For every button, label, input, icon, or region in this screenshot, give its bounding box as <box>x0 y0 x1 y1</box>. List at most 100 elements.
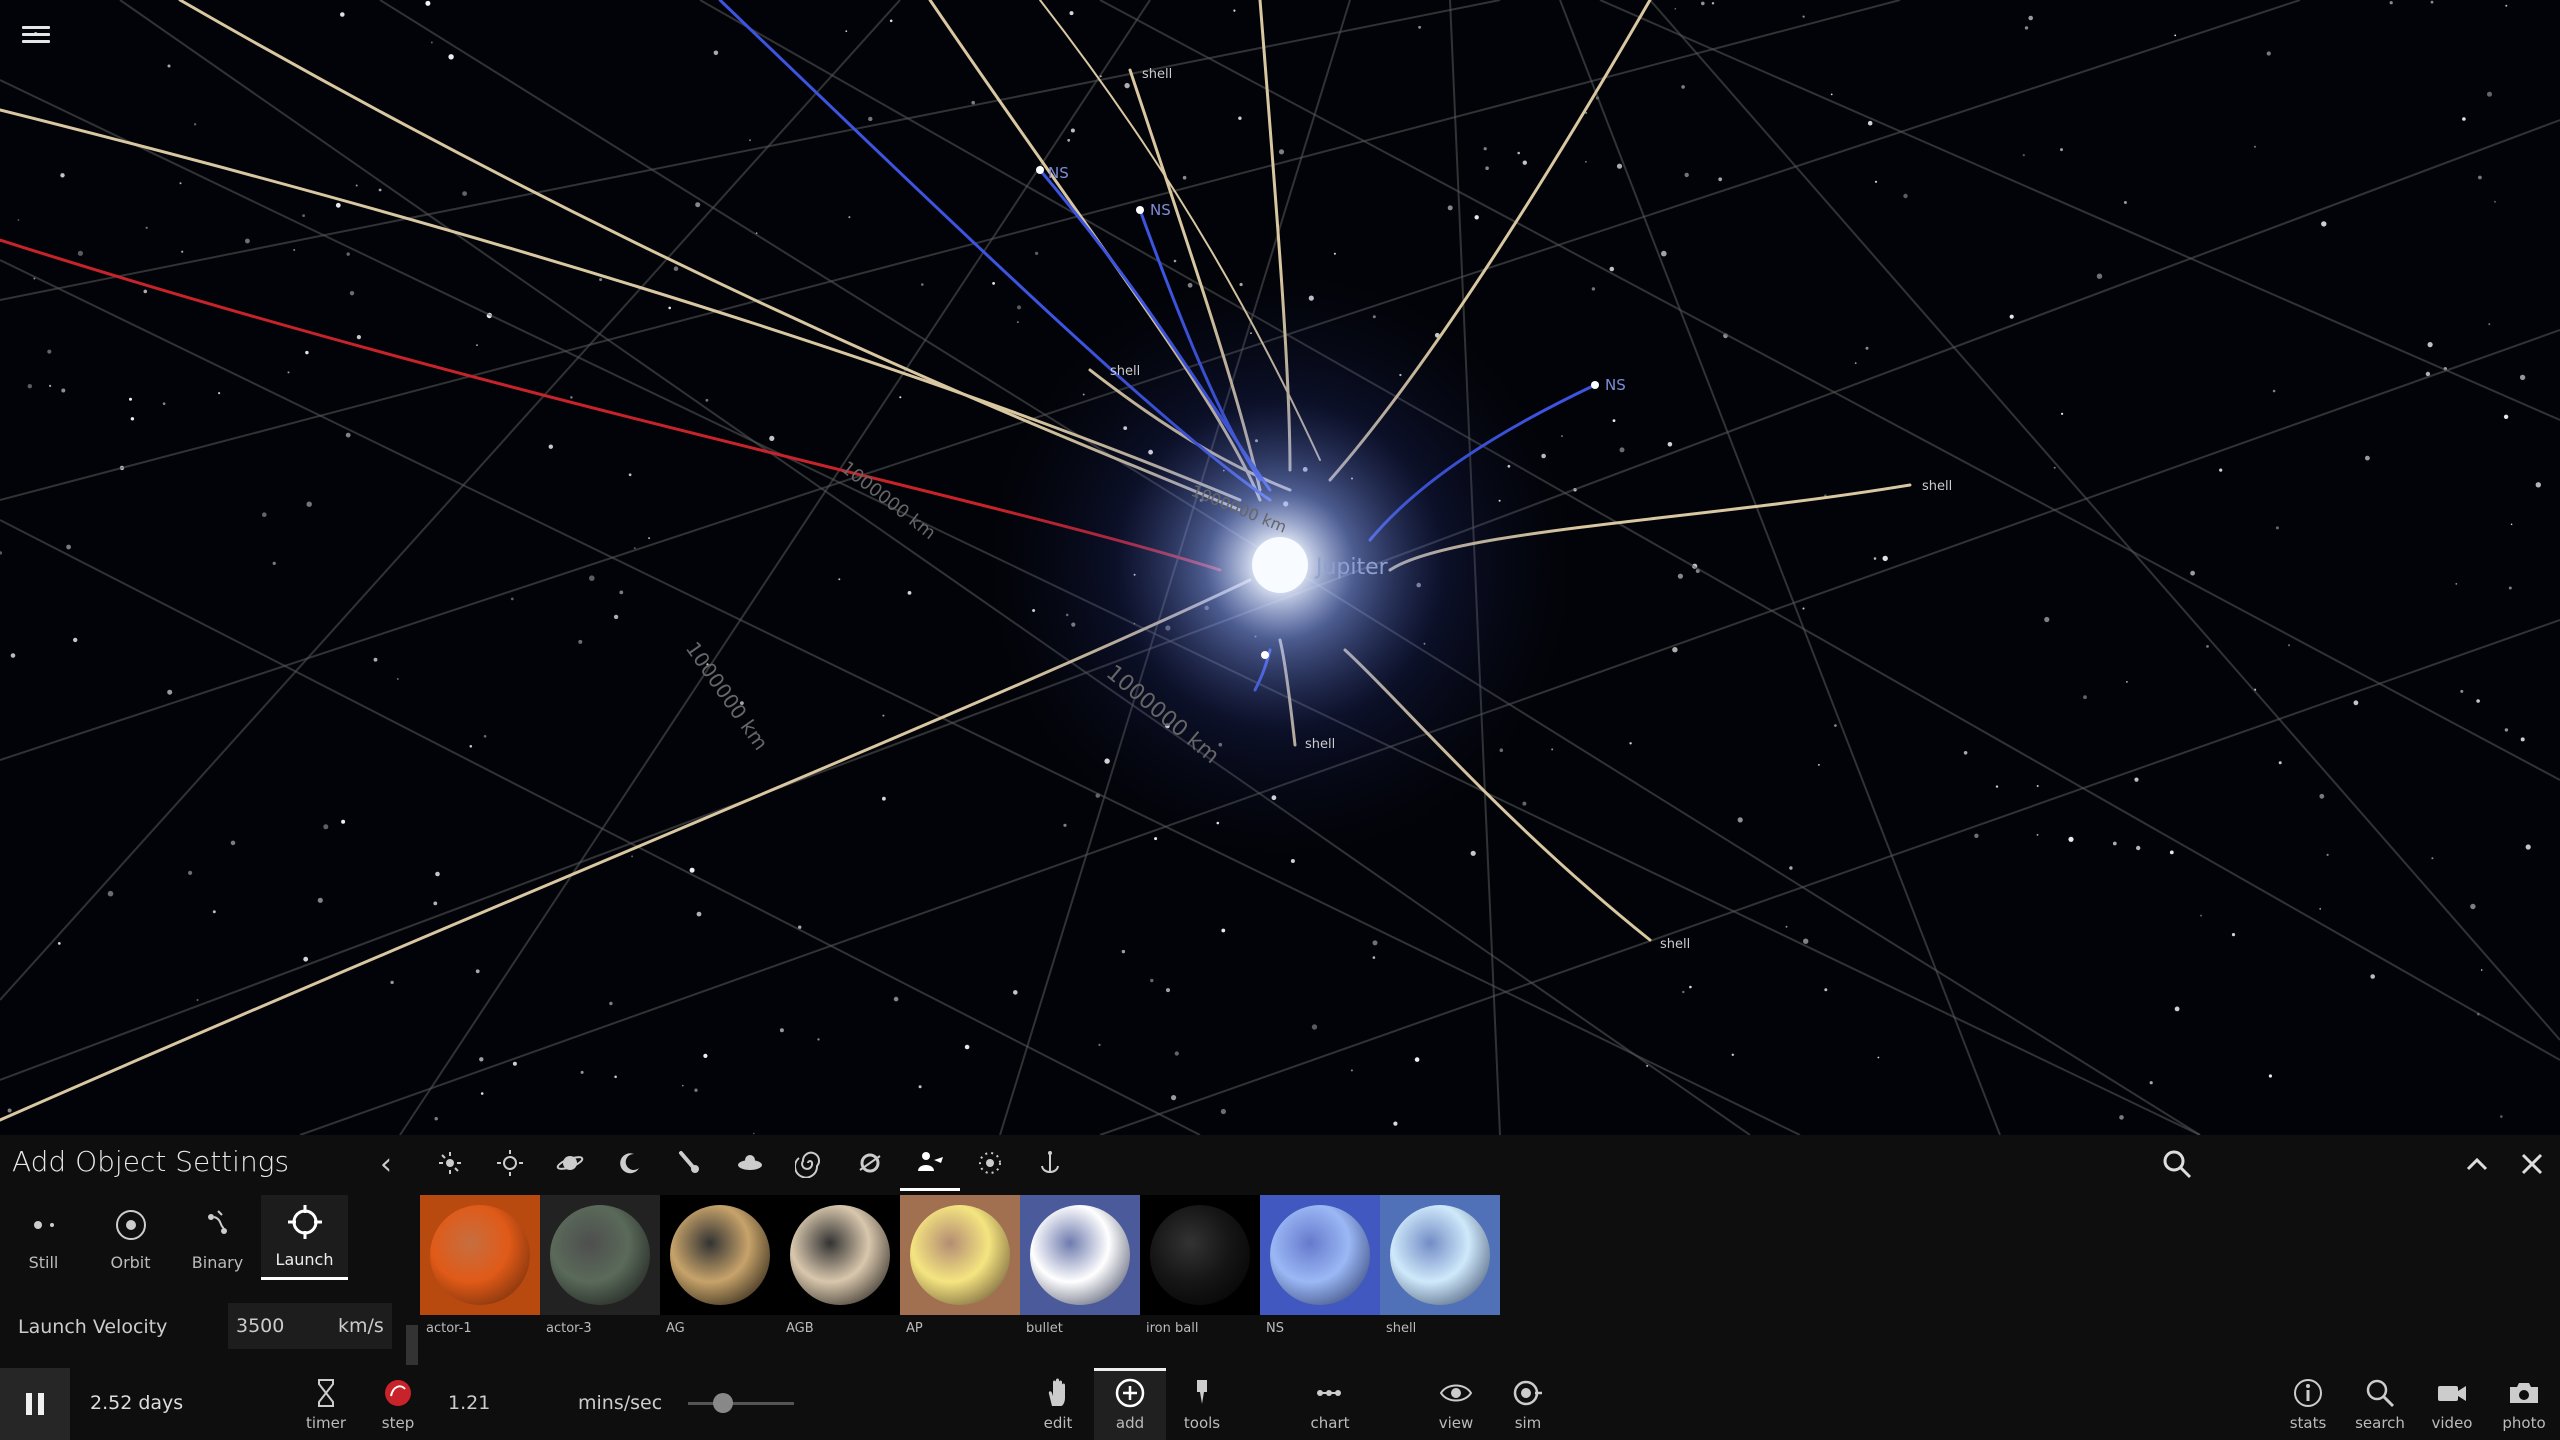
star <box>1483 147 1487 151</box>
star <box>548 444 553 449</box>
star <box>2389 1 2393 5</box>
object-thumb[interactable]: AGB <box>780 1195 900 1339</box>
star <box>1629 742 1632 745</box>
galaxy-icon[interactable] <box>780 1135 840 1191</box>
photo-button[interactable]: photo <box>2488 1368 2560 1440</box>
star <box>425 0 431 6</box>
tool-label: stats <box>2289 1414 2327 1432</box>
object-thumb[interactable]: shell <box>1380 1195 1500 1339</box>
star <box>1701 1 1705 6</box>
star <box>2508 586 2512 590</box>
star <box>2149 1081 2153 1085</box>
star <box>1677 573 1683 579</box>
star <box>971 100 975 105</box>
star <box>868 116 873 122</box>
star <box>1963 751 1968 755</box>
star <box>1121 949 1126 954</box>
object-thumb[interactable]: iron ball <box>1140 1195 1260 1339</box>
star <box>578 639 583 644</box>
object-thumb[interactable]: AP <box>900 1195 1020 1339</box>
object-label: NS <box>1266 1321 1284 1336</box>
object-thumb[interactable]: actor-3 <box>540 1195 660 1339</box>
object-thumb[interactable]: actor-1 <box>420 1195 540 1339</box>
hourglass-icon <box>318 1379 334 1407</box>
star <box>435 871 440 877</box>
video-button[interactable]: video <box>2416 1368 2488 1440</box>
slider-knob[interactable] <box>712 1393 733 1413</box>
star <box>1166 988 1170 993</box>
object-thumb[interactable]: bullet <box>1020 1195 1140 1339</box>
star <box>2134 777 2139 782</box>
star <box>2460 689 2464 693</box>
star <box>1220 1108 1226 1115</box>
object-sphere <box>1150 1205 1250 1305</box>
star <box>1854 362 1857 364</box>
object-preview <box>1020 1195 1140 1315</box>
asteroid-burst-icon[interactable] <box>420 1135 480 1191</box>
star <box>694 1088 698 1092</box>
view-button[interactable]: view <box>1420 1368 1492 1440</box>
tool-label: tools <box>1183 1414 1221 1432</box>
star-icon[interactable] <box>480 1135 540 1191</box>
hamburger-menu-icon[interactable] <box>22 22 50 48</box>
star <box>1674 8 1677 10</box>
star <box>167 64 171 68</box>
star <box>631 855 634 858</box>
scene-svg: shell NS NS shell NS shell Jupiter shell… <box>0 0 2560 1135</box>
particles-icon[interactable] <box>960 1135 1020 1191</box>
star <box>1233 9 1236 12</box>
object-label: actor-3 <box>546 1321 592 1336</box>
comet-icon[interactable] <box>660 1135 720 1191</box>
moon-icon[interactable] <box>600 1135 660 1191</box>
pause-button[interactable] <box>0 1368 70 1440</box>
anchor-icon[interactable] <box>1020 1135 1080 1191</box>
mode-binary[interactable]: Binary <box>174 1195 261 1280</box>
object-sphere <box>1390 1205 1490 1305</box>
chevron-left-icon[interactable]: ‹ <box>380 1147 392 1182</box>
edit-button[interactable]: edit <box>1022 1368 1094 1440</box>
star <box>1672 647 1678 653</box>
jupiter-body[interactable] <box>1252 537 1308 593</box>
star <box>609 1001 613 1006</box>
star <box>1681 85 1685 89</box>
ship-icon[interactable] <box>720 1135 780 1191</box>
velocity-unit: km/s <box>338 1315 384 1337</box>
object-thumb[interactable]: AG <box>660 1195 780 1339</box>
add-button[interactable]: add <box>1094 1368 1166 1440</box>
object-thumb[interactable]: NS <box>1260 1195 1380 1339</box>
star <box>696 911 702 917</box>
star <box>2266 51 2271 56</box>
info-icon <box>2294 1379 2322 1407</box>
mode-still[interactable]: Still <box>0 1195 87 1280</box>
time-speed-slider[interactable] <box>688 1393 794 1413</box>
timer-button[interactable]: timer <box>290 1368 362 1440</box>
star <box>779 1028 784 1033</box>
actor-icon[interactable] <box>900 1135 960 1191</box>
planet-icon[interactable] <box>540 1135 600 1191</box>
step-button[interactable]: step <box>362 1368 434 1440</box>
search-button[interactable]: search <box>2344 1368 2416 1440</box>
star <box>469 745 473 748</box>
simulation-viewport[interactable]: shell NS NS shell NS shell Jupiter shell… <box>0 0 2560 1135</box>
search-icon[interactable] <box>2160 1147 2194 1181</box>
ring-icon[interactable] <box>840 1135 900 1191</box>
object-preview <box>1140 1195 1260 1315</box>
tools-button[interactable]: tools <box>1166 1368 1238 1440</box>
chevron-up-icon[interactable] <box>2460 1147 2494 1181</box>
mode-orbit[interactable]: Orbit <box>87 1195 174 1280</box>
tool-label: sim <box>1514 1414 1542 1432</box>
star <box>2068 836 2074 842</box>
mode-launch[interactable]: Launch <box>261 1195 348 1280</box>
stats-button[interactable]: stats <box>2272 1368 2344 1440</box>
close-icon[interactable] <box>2515 1147 2549 1181</box>
sim-button[interactable]: sim <box>1492 1368 1564 1440</box>
chart-button[interactable]: chart <box>1294 1368 1366 1440</box>
category-tabs <box>420 1135 1080 1191</box>
star <box>355 184 358 187</box>
time-speed-unit[interactable]: mins/sec <box>578 1392 662 1414</box>
star <box>188 870 193 876</box>
star <box>430 41 433 44</box>
settings-scrollbar[interactable] <box>406 1325 418 1365</box>
star <box>882 714 885 717</box>
launch-velocity-input[interactable] <box>228 1315 328 1337</box>
